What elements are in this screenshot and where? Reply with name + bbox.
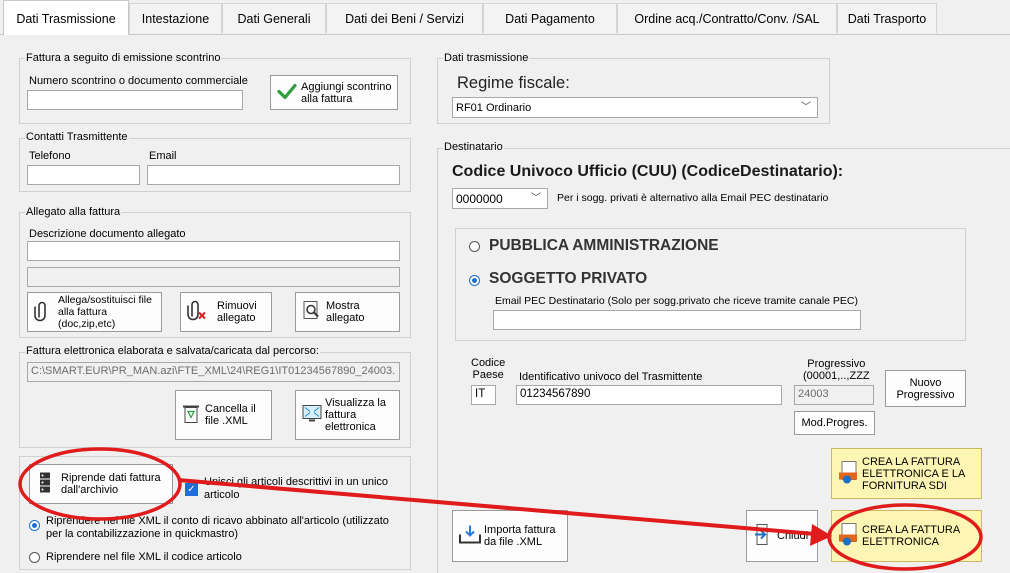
crea-fattura-button[interactable]: CREA LA FATTURA ELETTRONICA bbox=[831, 510, 982, 562]
dati-trasmissione-group-label: Dati trasmissione bbox=[443, 52, 530, 64]
monitor-icon bbox=[302, 404, 322, 427]
importa-xml-button[interactable]: Importa fattura da file .XML bbox=[452, 510, 568, 562]
visualizza-fattura-label: Visualizza la fattura elettronica bbox=[325, 397, 386, 433]
allega-file-label: Allega/sostituisci file alla fattura (do… bbox=[58, 294, 152, 330]
aggiungi-scontrino-label: Aggiungi scontrino alla fattura bbox=[301, 80, 392, 105]
checkmark-icon bbox=[277, 82, 297, 103]
rimuovi-allegato-button[interactable]: Rimuovi allegato bbox=[180, 292, 272, 332]
email-label: Email bbox=[149, 150, 177, 162]
progressivo-label: Progressivo (00001,..,ZZZ bbox=[803, 358, 870, 382]
destinatario-group-label: Destinatario bbox=[443, 141, 504, 153]
tab-intestazione[interactable]: Intestazione bbox=[129, 3, 222, 33]
magnifier-document-icon bbox=[302, 300, 322, 325]
allegato-group-label: Allegato alla fattura bbox=[25, 206, 122, 218]
rimuovi-allegato-label: Rimuovi allegato bbox=[217, 300, 257, 324]
pubblica-amministrazione-label: PUBBLICA AMMINISTRAZIONE bbox=[489, 237, 719, 254]
cancella-xml-label: Cancella il file .XML bbox=[205, 403, 256, 427]
telefono-input[interactable] bbox=[27, 165, 140, 185]
descr-allegato-label: Descrizione documento allegato bbox=[29, 228, 186, 240]
radio-conto-ricavo-label: Riprendere nel file XML il conto di rica… bbox=[46, 515, 389, 540]
paperclip-icon bbox=[34, 300, 50, 325]
pec-label: Email PEC Destinatario (Solo per sogg.pr… bbox=[495, 295, 858, 307]
chiudi-label: Chiudi bbox=[777, 530, 809, 542]
tab-dati-beni-servizi[interactable]: Dati dei Beni / Servizi bbox=[326, 3, 483, 33]
tab-dati-trasporto[interactable]: Dati Trasporto bbox=[837, 3, 937, 33]
tab-ordine-acquisto[interactable]: Ordine acq./Contratto/Conv. /SAL bbox=[617, 3, 837, 33]
radio-codice-articolo[interactable] bbox=[29, 552, 40, 563]
percorso-xml-field: C:\SMART.EUR\PR_MAN.azi\FTE_XML\24\REG1\… bbox=[27, 362, 400, 382]
visualizza-fattura-button[interactable]: Visualizza la fattura elettronica bbox=[295, 390, 400, 440]
nuovo-progressivo-label: Nuovo Progressivo bbox=[896, 376, 955, 401]
allega-file-button[interactable]: Allega/sostituisci file alla fattura (do… bbox=[27, 292, 162, 332]
riprende-archivio-label: Riprende dati fattura dall'archivio bbox=[61, 472, 161, 496]
scontrino-field-label: Numero scontrino o documento commerciale bbox=[29, 75, 248, 87]
radio-conto-ricavo[interactable] bbox=[29, 520, 40, 531]
scontrino-input[interactable] bbox=[27, 90, 243, 110]
mod-progressivo-label: Mod.Progres. bbox=[801, 417, 868, 429]
scontrino-group-label: Fattura a seguito di emissione scontrino bbox=[25, 52, 222, 64]
email-input[interactable] bbox=[147, 165, 400, 185]
crea-fattura-label: CREA LA FATTURA ELETTRONICA bbox=[862, 524, 961, 548]
riprende-archivio-button[interactable]: Riprende dati fattura dall'archivio bbox=[29, 464, 173, 504]
fattura-elaborata-group-label: Fattura elettronica elaborata e salvata/… bbox=[25, 345, 320, 357]
tab-dati-generali[interactable]: Dati Generali bbox=[222, 3, 326, 33]
exit-door-icon bbox=[753, 524, 773, 549]
radio-codice-articolo-label: Riprendere nel file XML il codice artico… bbox=[46, 551, 242, 563]
regime-fiscale-value: RF01 Ordinario bbox=[456, 102, 532, 114]
tab-bar: Dati Trasmissione Intestazione Dati Gene… bbox=[0, 0, 1010, 35]
codice-paese-label: Codice Paese bbox=[471, 357, 506, 381]
cuu-label: Codice Univoco Ufficio (CUU) (CodiceDest… bbox=[452, 163, 844, 180]
chevron-down-icon: ﹀ bbox=[531, 193, 541, 204]
pec-input[interactable] bbox=[493, 310, 861, 330]
radio-soggetto-privato[interactable] bbox=[469, 275, 480, 286]
nuovo-progressivo-button[interactable]: Nuovo Progressivo bbox=[885, 370, 966, 407]
chiudi-button[interactable]: Chiudi bbox=[746, 510, 818, 562]
tab-dati-trasmissione[interactable]: Dati Trasmissione bbox=[3, 0, 129, 35]
telefono-label: Telefono bbox=[29, 150, 71, 162]
cuu-value: 0000000 bbox=[456, 192, 503, 206]
cuu-select[interactable]: 0000000 ﹀ bbox=[452, 188, 548, 209]
id-trasmittente-input[interactable]: 01234567890 bbox=[516, 385, 782, 405]
progressivo-field: 24003 bbox=[794, 385, 874, 405]
importa-xml-label: Importa fattura da file .XML bbox=[484, 524, 556, 548]
import-tray-icon bbox=[459, 525, 481, 548]
crea-fattura-sdi-button[interactable]: CREA LA FATTURA ELETTRONICA E LA FORNITU… bbox=[831, 448, 982, 499]
tab-dati-pagamento[interactable]: Dati Pagamento bbox=[483, 3, 617, 33]
cuu-note: Per i sogg. privati è alternativo alla E… bbox=[557, 192, 829, 204]
allegato-file-field bbox=[27, 267, 400, 287]
regime-fiscale-label: Regime fiscale: bbox=[457, 74, 570, 92]
crea-fattura-sdi-label: CREA LA FATTURA ELETTRONICA E LA FORNITU… bbox=[862, 455, 966, 492]
xml-document-icon bbox=[838, 460, 860, 487]
codice-paese-input[interactable]: IT bbox=[471, 385, 496, 405]
mostra-allegato-label: Mostra allegato bbox=[326, 300, 365, 324]
database-icon bbox=[38, 472, 52, 497]
id-trasmittente-label: Identificativo univoco del Trasmittente bbox=[519, 371, 703, 383]
xml-document-icon bbox=[838, 523, 860, 550]
radio-pubblica-amministrazione[interactable] bbox=[469, 241, 480, 252]
descr-allegato-input[interactable] bbox=[27, 241, 400, 261]
chevron-down-icon: ﹀ bbox=[801, 102, 811, 113]
mostra-allegato-button[interactable]: Mostra allegato bbox=[295, 292, 400, 332]
mod-progressivo-button[interactable]: Mod.Progres. bbox=[794, 411, 875, 435]
aggiungi-scontrino-button[interactable]: Aggiungi scontrino alla fattura bbox=[270, 75, 398, 110]
soggetto-privato-label: SOGGETTO PRIVATO bbox=[489, 270, 648, 287]
cancella-xml-button[interactable]: Cancella il file .XML bbox=[175, 390, 272, 440]
unisci-articoli-checkbox[interactable]: ✓ bbox=[185, 483, 198, 496]
paperclip-remove-icon bbox=[187, 299, 207, 326]
regime-fiscale-select[interactable]: RF01 Ordinario ﹀ bbox=[452, 97, 818, 118]
contatti-group-label: Contatti Trasmittente bbox=[25, 131, 129, 143]
recycle-bin-icon bbox=[182, 403, 200, 428]
unisci-articoli-label: Unisci gli articoli descrittivi in un un… bbox=[204, 476, 389, 501]
